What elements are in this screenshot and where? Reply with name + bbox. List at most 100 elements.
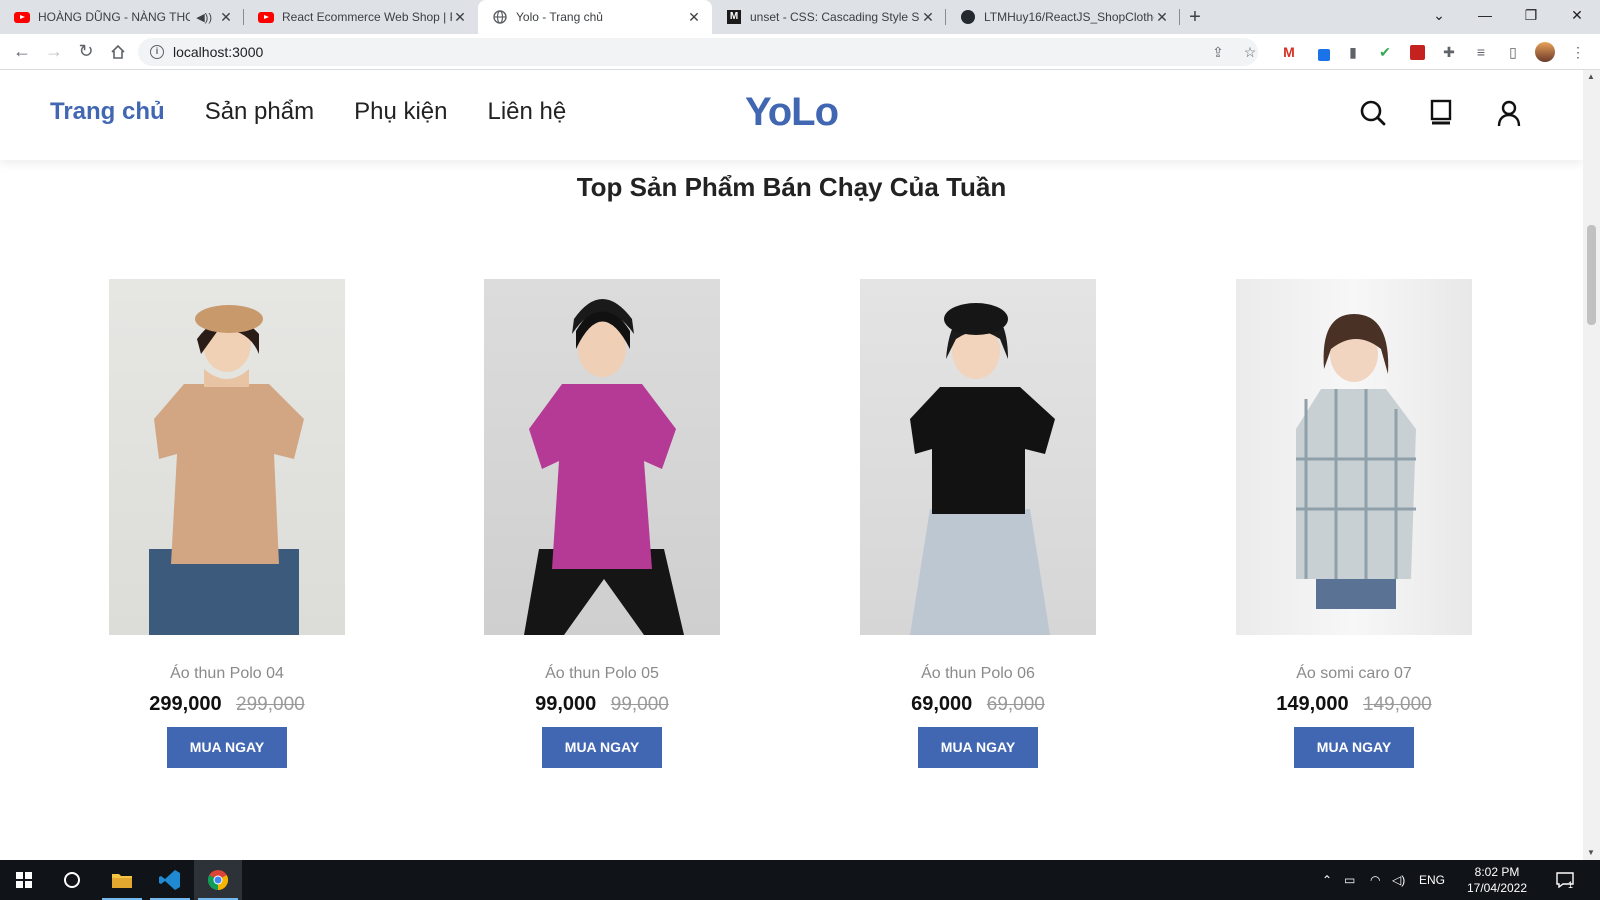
windows-start-icon[interactable] xyxy=(0,860,48,900)
color-extension-icon[interactable]: ✔ xyxy=(1375,42,1395,62)
product-name[interactable]: Áo thun Polo 05 xyxy=(484,665,720,683)
close-tab-icon[interactable]: ✕ xyxy=(452,9,468,26)
reading-list-icon[interactable]: ≡ xyxy=(1471,42,1491,62)
product-price: 69,000 xyxy=(911,693,973,715)
buy-now-button[interactable]: MUA NGAY xyxy=(1294,727,1414,768)
tab-title: HOÀNG DŨNG - NÀNG THƠ xyxy=(38,10,191,24)
forward-icon[interactable]: → xyxy=(38,36,70,68)
chrome-icon[interactable] xyxy=(194,860,242,900)
page-viewport: Trang chủ Sản phẩm Phụ kiện Liên hệ YoLo… xyxy=(0,70,1583,860)
product-name[interactable]: Áo thun Polo 06 xyxy=(860,665,1096,683)
page-scrollbar[interactable]: ▲ ▼ xyxy=(1583,70,1600,860)
profile-avatar[interactable] xyxy=(1535,42,1555,62)
browser-tab-bar: HOÀNG DŨNG - NÀNG THƠ ◀︎)) ✕ React Ecomm… xyxy=(0,0,1600,34)
tray-show-hidden-icon[interactable]: ⌃ xyxy=(1322,860,1332,900)
puzzle-icon[interactable]: ✚ xyxy=(1439,42,1459,62)
product-price-row: 69,000 69,000 xyxy=(860,693,1096,716)
search-icon[interactable] xyxy=(1358,98,1388,128)
gmail-extension-icon[interactable]: M xyxy=(1279,42,1299,62)
product-price: 299,000 xyxy=(149,693,222,715)
site-header: Trang chủ Sản phẩm Phụ kiện Liên hệ YoLo xyxy=(0,70,1583,160)
tab-search-icon[interactable]: ⌄ xyxy=(1416,0,1462,30)
product-image[interactable] xyxy=(109,279,345,635)
back-icon[interactable]: ← xyxy=(6,36,38,68)
browser-tab[interactable]: React Ecommerce Web Shop | Pa ✕ xyxy=(244,0,478,34)
product-name[interactable]: Áo somi caro 07 xyxy=(1236,665,1472,683)
product-old-price: 299,000 xyxy=(236,694,305,715)
new-tab-button[interactable]: + xyxy=(1180,0,1210,34)
product-card: Áo somi caro 07 149,000 149,000 MUA NGAY xyxy=(1236,279,1472,768)
bag-icon[interactable] xyxy=(1426,98,1456,128)
product-price-row: 299,000 299,000 xyxy=(109,693,345,716)
user-icon[interactable] xyxy=(1494,98,1524,128)
tab-title: Yolo - Trang chủ xyxy=(516,10,603,24)
cortana-search-icon[interactable] xyxy=(48,860,96,900)
product-price: 149,000 xyxy=(1276,693,1349,715)
scroll-down-arrow[interactable]: ▼ xyxy=(1587,848,1595,857)
site-info-icon[interactable]: i xyxy=(150,45,164,59)
extension-icon[interactable]: ▮ xyxy=(1343,42,1363,62)
share-icon[interactable]: ⇪ xyxy=(1208,42,1228,62)
reload-icon[interactable]: ↻ xyxy=(70,36,102,68)
buy-now-button[interactable]: MUA NGAY xyxy=(167,727,287,768)
browser-tab[interactable]: HOÀNG DŨNG - NÀNG THƠ ◀︎)) ✕ xyxy=(0,0,244,34)
clock-date: 17/04/2022 xyxy=(1466,881,1528,895)
close-tab-icon[interactable]: ✕ xyxy=(686,9,702,26)
scrollbar-thumb[interactable] xyxy=(1587,225,1596,325)
audio-playing-icon[interactable]: ◀︎)) xyxy=(196,11,212,24)
battery-icon[interactable]: ▭ xyxy=(1344,860,1355,900)
product-image[interactable] xyxy=(860,279,1096,635)
menu-item-home[interactable]: Trang chủ xyxy=(50,98,165,126)
more-menu-icon[interactable]: ⋮ xyxy=(1568,42,1588,62)
bookmark-star-icon[interactable]: ☆ xyxy=(1240,42,1260,62)
product-old-price: 149,000 xyxy=(1363,694,1432,715)
tab-title: unset - CSS: Cascading Style She xyxy=(750,10,920,24)
buy-now-button[interactable]: MUA NGAY xyxy=(918,727,1038,768)
browser-tab[interactable]: M unset - CSS: Cascading Style She ✕ xyxy=(712,0,946,34)
product-old-price: 99,000 xyxy=(610,694,669,715)
product-price: 99,000 xyxy=(535,693,597,715)
browser-tab[interactable]: LTMHuy16/ReactJS_ShopClothe ✕ xyxy=(946,0,1180,34)
address-bar[interactable]: i localhost:3000 xyxy=(138,38,1258,66)
tab-title: React Ecommerce Web Shop | Pa xyxy=(282,10,452,24)
file-explorer-icon[interactable] xyxy=(98,860,146,900)
close-window-button[interactable]: ✕ xyxy=(1554,0,1600,30)
notification-count: 1 xyxy=(1568,880,1574,890)
volume-icon[interactable]: ◁) xyxy=(1392,860,1405,900)
product-old-price: 69,000 xyxy=(986,694,1045,715)
section-title: Top Sản Phẩm Bán Chạy Của Tuần xyxy=(576,172,1007,202)
tab-title: LTMHuy16/ReactJS_ShopClothe xyxy=(984,10,1154,24)
globe-icon xyxy=(492,9,508,25)
product-price-row: 99,000 99,000 xyxy=(484,693,720,716)
wifi-icon[interactable]: ◠ xyxy=(1370,860,1380,900)
pen-extension-icon[interactable] xyxy=(1311,42,1331,62)
mdn-icon: M xyxy=(726,9,742,25)
minimize-button[interactable]: — xyxy=(1462,0,1508,30)
product-image[interactable] xyxy=(1236,279,1472,635)
language-indicator[interactable]: ENG xyxy=(1419,860,1445,900)
product-card: Áo thun Polo 04 299,000 299,000 MUA NGAY xyxy=(109,279,345,768)
close-tab-icon[interactable]: ✕ xyxy=(218,9,234,26)
vscode-icon[interactable] xyxy=(146,860,194,900)
menu-item-products[interactable]: Sản phẩm xyxy=(205,98,314,126)
product-image[interactable] xyxy=(484,279,720,635)
red-extension-icon[interactable] xyxy=(1407,42,1427,62)
menu-item-accessories[interactable]: Phụ kiện xyxy=(354,98,447,126)
close-tab-icon[interactable]: ✕ xyxy=(920,9,936,26)
notification-center-icon[interactable]: 1 xyxy=(1556,860,1574,900)
taskbar-clock[interactable]: 8:02 PM 17/04/2022 xyxy=(1462,864,1532,896)
home-icon[interactable] xyxy=(102,36,134,68)
restore-button[interactable]: ❐ xyxy=(1508,0,1554,30)
product-card: Áo thun Polo 05 99,000 99,000 MUA NGAY xyxy=(484,279,720,768)
browser-tab-active[interactable]: Yolo - Trang chủ ✕ xyxy=(478,0,712,34)
browser-toolbar: ← → ↻ i localhost:3000 ⇪ ☆ M ▮ ✔ ✚ ≡ ▯ ⋮ xyxy=(0,34,1600,70)
scroll-up-arrow[interactable]: ▲ xyxy=(1587,72,1595,81)
site-logo[interactable]: YoLo xyxy=(745,90,839,135)
product-name[interactable]: Áo thun Polo 04 xyxy=(109,665,345,683)
side-panel-icon[interactable]: ▯ xyxy=(1503,42,1523,62)
close-tab-icon[interactable]: ✕ xyxy=(1154,9,1170,26)
github-icon xyxy=(960,9,976,25)
buy-now-button[interactable]: MUA NGAY xyxy=(542,727,662,768)
menu-item-contact[interactable]: Liên hệ xyxy=(488,98,567,126)
url-text: localhost:3000 xyxy=(173,44,264,60)
